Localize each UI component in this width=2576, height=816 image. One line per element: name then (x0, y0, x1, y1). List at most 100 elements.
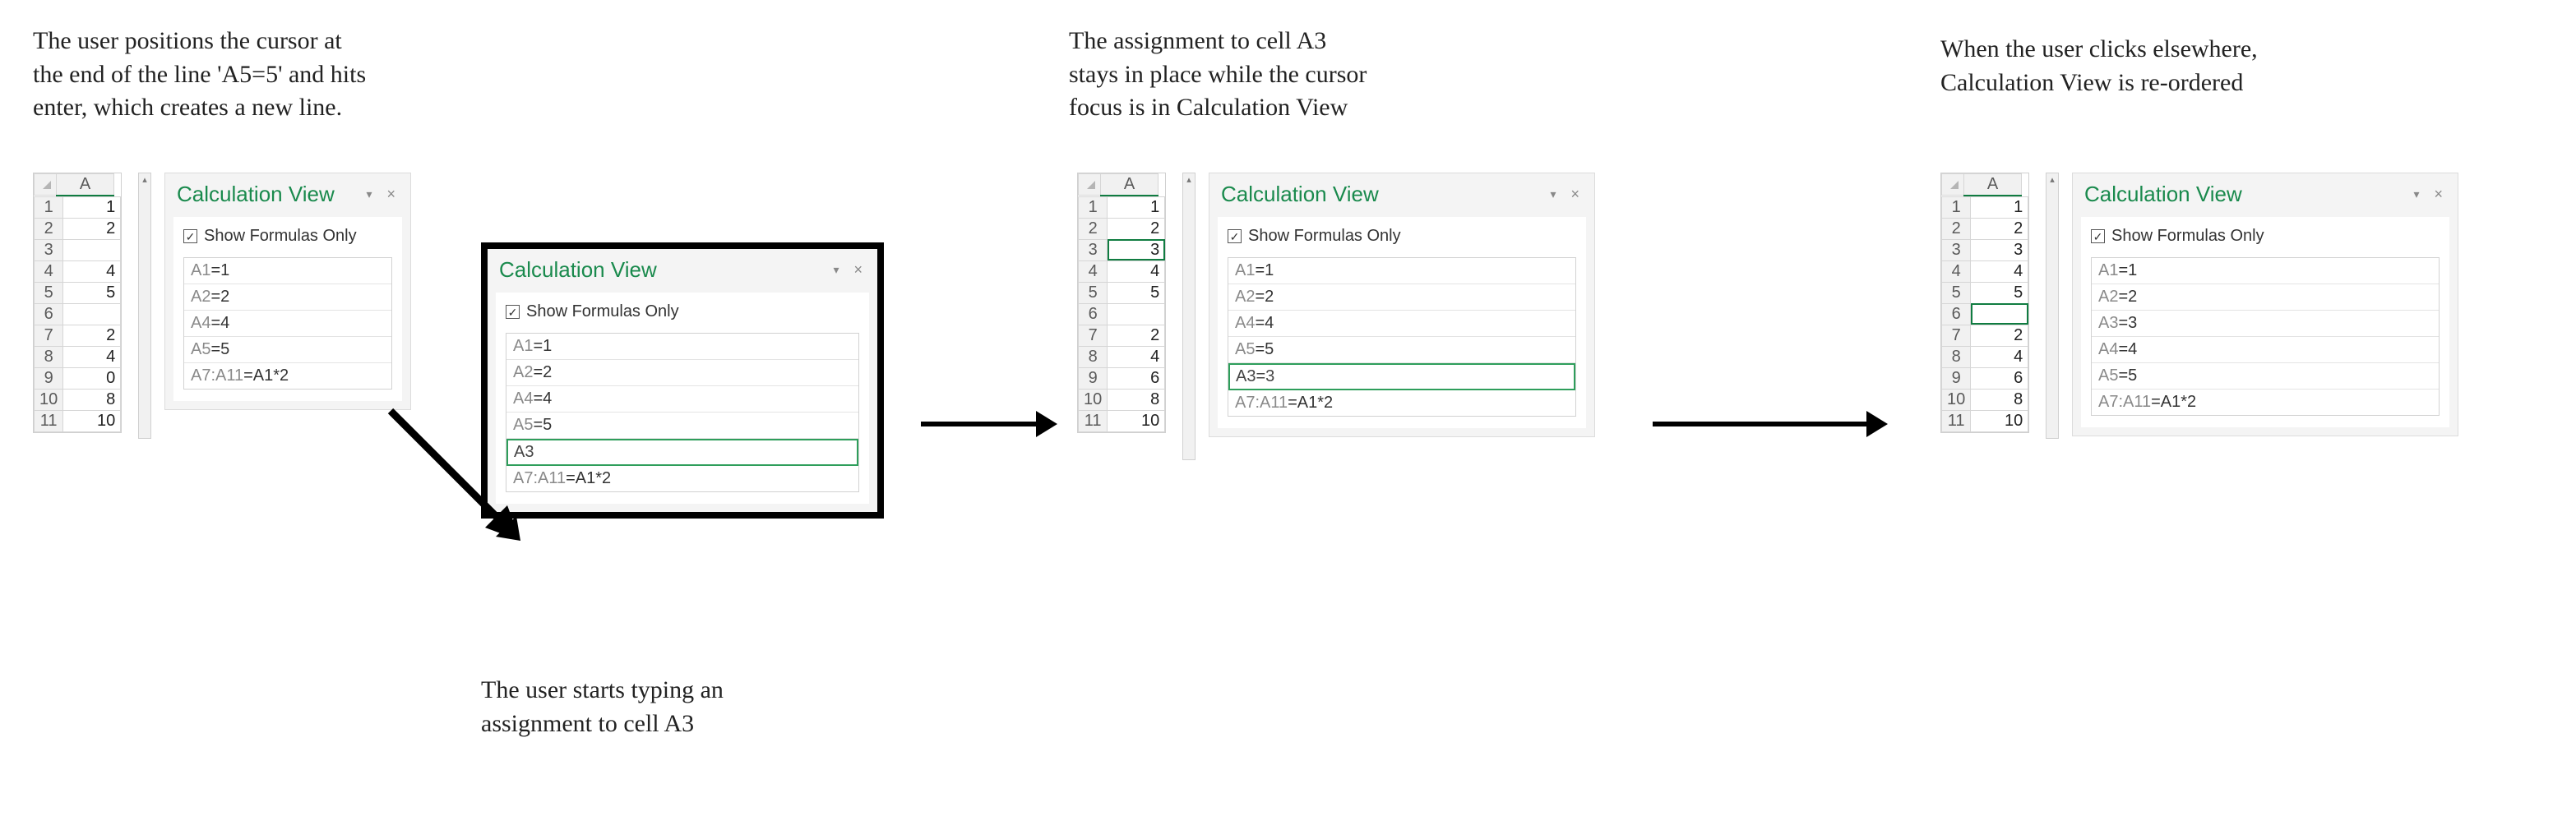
cell[interactable]: 1 (1108, 196, 1165, 218)
row-header[interactable]: 11 (1942, 410, 1971, 431)
formula-row[interactable]: A3 (506, 439, 858, 466)
cell[interactable]: 6 (1108, 367, 1165, 389)
row-header[interactable]: 11 (1079, 410, 1108, 431)
selectall-triangle-icon[interactable] (43, 181, 51, 189)
cell[interactable]: 4 (1971, 260, 2028, 282)
row-header[interactable]: 5 (1079, 282, 1108, 303)
row-header[interactable]: 6 (1079, 303, 1108, 325)
row-header[interactable]: 8 (1079, 346, 1108, 367)
cell[interactable]: 8 (1108, 389, 1165, 410)
close-icon[interactable]: × (383, 186, 399, 203)
row-header[interactable]: 10 (1079, 389, 1108, 410)
chevron-down-icon[interactable]: ▾ (828, 263, 844, 277)
row-header[interactable]: 3 (35, 239, 63, 260)
row-header[interactable]: 2 (35, 218, 63, 239)
checkbox-show-formulas[interactable]: ✓ (1228, 229, 1242, 243)
cell[interactable]: 4 (63, 346, 121, 367)
formula-row[interactable]: A5=5 (506, 413, 858, 439)
cell[interactable] (1108, 303, 1165, 325)
cell[interactable]: 2 (63, 218, 121, 239)
row-header[interactable]: 2 (1079, 218, 1108, 239)
formula-row[interactable]: A7:A11=A1*2 (184, 363, 391, 389)
scroll-up-icon[interactable]: ▴ (2046, 173, 2058, 187)
cell[interactable]: 4 (1971, 346, 2028, 367)
cell[interactable]: 5 (1971, 282, 2028, 303)
row-header[interactable]: 11 (35, 410, 63, 431)
cell[interactable]: 1 (63, 196, 121, 218)
chevron-down-icon[interactable]: ▾ (1545, 187, 1561, 201)
formula-row[interactable]: A3=3 (2092, 311, 2439, 337)
formula-row[interactable]: A1=1 (2092, 258, 2439, 284)
cell[interactable]: 10 (1108, 410, 1165, 431)
vertical-scrollbar[interactable]: ▴ (2046, 173, 2059, 439)
selectall-triangle-icon[interactable] (1087, 181, 1095, 189)
row-header[interactable]: 7 (35, 325, 63, 346)
cell[interactable]: 6 (1971, 367, 2028, 389)
row-header[interactable]: 4 (1079, 260, 1108, 282)
checkbox-show-formulas[interactable]: ✓ (506, 305, 520, 319)
formula-row[interactable]: A7:A11=A1*2 (506, 466, 858, 491)
spreadsheet-grid-3[interactable]: A 112233445567284961081110 (1940, 173, 2029, 433)
row-header[interactable]: 3 (1079, 239, 1108, 260)
cell[interactable]: 3 (1971, 239, 2028, 260)
col-header-A[interactable]: A (1101, 174, 1159, 196)
formula-row[interactable]: A1=1 (184, 258, 391, 284)
formula-row[interactable]: A2=2 (2092, 284, 2439, 311)
cell[interactable]: 3 (1108, 239, 1165, 260)
row-header[interactable]: 2 (1942, 218, 1971, 239)
cell[interactable] (63, 303, 121, 325)
close-icon[interactable]: × (1567, 186, 1583, 203)
row-header[interactable]: 9 (35, 367, 63, 389)
formula-row[interactable]: A1=1 (506, 334, 858, 360)
cell[interactable] (1971, 303, 2028, 325)
row-header[interactable]: 6 (35, 303, 63, 325)
formula-row[interactable]: A5=5 (1228, 337, 1575, 363)
cell[interactable]: 5 (1108, 282, 1165, 303)
cell[interactable]: 4 (63, 260, 121, 282)
row-header[interactable]: 10 (35, 389, 63, 410)
formula-row[interactable]: A5=5 (184, 337, 391, 363)
cell[interactable]: 0 (63, 367, 121, 389)
cell[interactable]: 2 (1108, 218, 1165, 239)
row-header[interactable]: 1 (1942, 196, 1971, 218)
row-header[interactable]: 6 (1942, 303, 1971, 325)
row-header[interactable]: 9 (1079, 367, 1108, 389)
cell[interactable]: 8 (1971, 389, 2028, 410)
row-header[interactable]: 4 (1942, 260, 1971, 282)
checkbox-show-formulas[interactable]: ✓ (2091, 229, 2105, 243)
formula-row[interactable]: A4=4 (1228, 311, 1575, 337)
formula-row[interactable]: A1=1 (1228, 258, 1575, 284)
row-header[interactable]: 4 (35, 260, 63, 282)
formula-row[interactable]: A2=2 (184, 284, 391, 311)
cell[interactable]: 1 (1971, 196, 2028, 218)
close-icon[interactable]: × (850, 261, 866, 279)
checkbox-show-formulas[interactable]: ✓ (183, 229, 197, 243)
formula-row[interactable]: A4=4 (184, 311, 391, 337)
cell[interactable]: 2 (63, 325, 121, 346)
row-header[interactable]: 1 (1079, 196, 1108, 218)
formula-row[interactable]: A4=4 (2092, 337, 2439, 363)
formula-row[interactable]: A7:A11=A1*2 (2092, 390, 2439, 415)
spreadsheet-grid-1[interactable]: A 11223445567284901081110 (33, 173, 122, 433)
cell[interactable]: 10 (63, 410, 121, 431)
cell[interactable]: 10 (1971, 410, 2028, 431)
cell[interactable]: 2 (1108, 325, 1165, 346)
vertical-scrollbar[interactable]: ▴ (1182, 173, 1196, 460)
cell[interactable]: 5 (63, 282, 121, 303)
cell[interactable]: 4 (1108, 346, 1165, 367)
close-icon[interactable]: × (2430, 186, 2446, 203)
cell[interactable]: 8 (63, 389, 121, 410)
col-header-A[interactable]: A (57, 174, 114, 196)
scroll-up-icon[interactable]: ▴ (139, 173, 150, 187)
formula-row[interactable]: A7:A11=A1*2 (1228, 390, 1575, 416)
row-header[interactable]: 3 (1942, 239, 1971, 260)
formula-row[interactable]: A2=2 (506, 360, 858, 386)
row-header[interactable]: 8 (1942, 346, 1971, 367)
vertical-scrollbar[interactable]: ▴ (138, 173, 151, 439)
scroll-up-icon[interactable]: ▴ (1183, 173, 1195, 187)
cell[interactable]: 4 (1108, 260, 1165, 282)
cell[interactable]: 2 (1971, 218, 2028, 239)
row-header[interactable]: 9 (1942, 367, 1971, 389)
chevron-down-icon[interactable]: ▾ (361, 187, 377, 201)
spreadsheet-grid-2[interactable]: A 112233445567284961081110 (1077, 173, 1166, 433)
